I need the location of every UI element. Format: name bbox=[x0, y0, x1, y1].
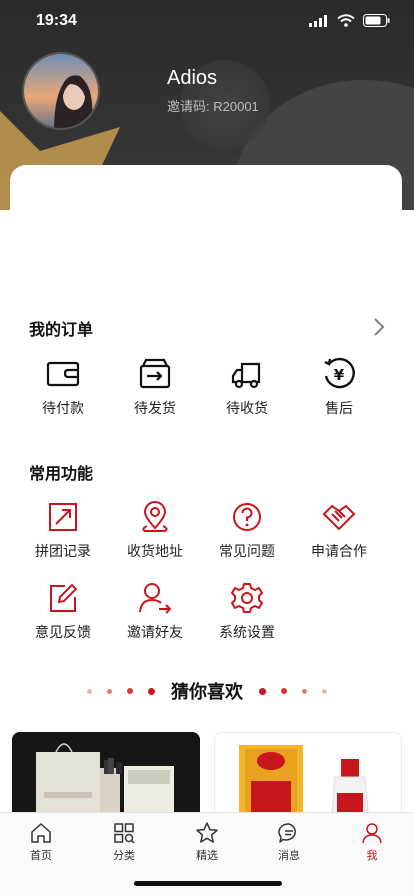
invite-code-value: R20001 bbox=[213, 99, 259, 114]
category-icon bbox=[114, 823, 135, 844]
order-label: 待收货 bbox=[226, 401, 268, 417]
function-feedback[interactable]: 意见反馈 bbox=[23, 580, 103, 642]
handshake-icon bbox=[322, 504, 356, 531]
product-image bbox=[12, 732, 200, 822]
profile-card bbox=[10, 165, 402, 295]
group-record-icon bbox=[49, 503, 77, 531]
yen-refund-icon: ¥ bbox=[324, 357, 355, 389]
decor-dot bbox=[259, 687, 267, 695]
user-icon bbox=[362, 823, 382, 844]
invite-code-label: 邀请码: bbox=[167, 99, 210, 114]
function-label: 意见反馈 bbox=[35, 625, 91, 641]
tab-label: 消息 bbox=[278, 849, 300, 862]
decor-dot bbox=[281, 688, 288, 694]
status-bar: 19:34 bbox=[0, 0, 414, 44]
function-group-record[interactable]: 拼团记录 bbox=[23, 499, 103, 561]
tab-label: 首页 bbox=[30, 849, 52, 862]
message-icon bbox=[278, 823, 296, 843]
tab-label: 分类 bbox=[113, 849, 135, 862]
order-label: 售后 bbox=[325, 401, 353, 417]
function-label: 系统设置 bbox=[219, 625, 275, 641]
recommend-header: 猜你喜欢 bbox=[0, 678, 414, 704]
function-settings[interactable]: 系统设置 bbox=[207, 580, 287, 642]
order-pending-receipt[interactable]: 待收货 bbox=[207, 356, 287, 418]
truck-icon bbox=[231, 362, 261, 389]
tab-label: 精选 bbox=[196, 849, 218, 862]
orders-section-title: 我的订单 bbox=[29, 320, 94, 339]
tab-category[interactable]: 分类 bbox=[94, 821, 154, 863]
order-pending-shipment[interactable]: 待发货 bbox=[115, 356, 195, 418]
battery-icon bbox=[363, 14, 390, 27]
wifi-icon bbox=[337, 14, 355, 27]
svg-text:¥: ¥ bbox=[334, 366, 345, 384]
decor-dot bbox=[126, 688, 133, 694]
decor-dot bbox=[322, 688, 328, 694]
wallet-icon bbox=[46, 361, 80, 387]
chevron-right-icon[interactable] bbox=[372, 316, 386, 338]
function-label: 申请合作 bbox=[311, 544, 367, 560]
status-time: 19:34 bbox=[36, 12, 77, 29]
signal-icon bbox=[309, 14, 327, 27]
box-arrow-icon bbox=[139, 358, 171, 389]
order-pending-payment[interactable]: 待付款 bbox=[23, 356, 103, 418]
feedback-icon bbox=[50, 583, 78, 612]
function-label: 常见问题 bbox=[219, 544, 275, 560]
decor-dot bbox=[302, 688, 308, 694]
decor-dot bbox=[86, 688, 92, 694]
tab-featured[interactable]: 精选 bbox=[177, 821, 237, 863]
product-image bbox=[215, 733, 401, 821]
invite-friend-icon bbox=[139, 583, 172, 614]
username: Adios bbox=[167, 67, 218, 89]
product-card[interactable] bbox=[12, 732, 200, 822]
function-label: 邀请好友 bbox=[127, 625, 183, 641]
functions-section-title: 常用功能 bbox=[29, 464, 94, 483]
function-label: 拼团记录 bbox=[35, 544, 91, 560]
avatar[interactable] bbox=[22, 52, 100, 130]
product-card[interactable] bbox=[214, 732, 402, 822]
tab-home[interactable]: 首页 bbox=[11, 821, 71, 863]
tab-messages[interactable]: 消息 bbox=[259, 821, 319, 863]
order-label: 待付款 bbox=[42, 401, 84, 417]
home-indicator bbox=[134, 881, 282, 886]
location-icon bbox=[142, 501, 168, 532]
recommend-title: 猜你喜欢 bbox=[171, 682, 243, 703]
home-icon bbox=[31, 823, 51, 843]
decor-dot bbox=[106, 688, 112, 694]
order-after-sales[interactable]: ¥ 售后 bbox=[299, 356, 379, 418]
invite-code[interactable]: 邀请码: R20001 bbox=[167, 96, 259, 115]
function-label: 收货地址 bbox=[127, 544, 183, 560]
function-address[interactable]: 收货地址 bbox=[115, 499, 195, 561]
order-label: 待发货 bbox=[134, 401, 176, 417]
function-cooperation[interactable]: 申请合作 bbox=[299, 499, 379, 561]
star-icon bbox=[196, 822, 218, 843]
decor-dot bbox=[147, 687, 155, 695]
tab-me[interactable]: 我 bbox=[342, 821, 402, 863]
function-invite[interactable]: 邀请好友 bbox=[115, 580, 195, 642]
function-faq[interactable]: 常见问题 bbox=[207, 499, 287, 561]
tab-label: 我 bbox=[366, 849, 378, 862]
settings-icon bbox=[231, 583, 263, 613]
question-icon bbox=[233, 503, 261, 531]
